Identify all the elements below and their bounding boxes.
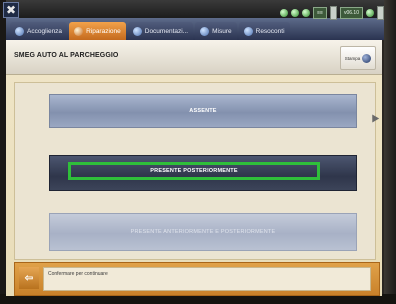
battery-status-chip: ≡≡ — [313, 7, 327, 19]
print-button-label: Stampa — [344, 55, 361, 61]
message-box: Confermare per continuare — [43, 267, 371, 291]
network-status-icon — [302, 9, 311, 17]
connection-status-icon — [280, 9, 289, 17]
print-button[interactable]: Stampa — [340, 46, 376, 70]
window-title-bar: SMEG AUTO AL PARCHEGGIO Stampa — [6, 40, 382, 75]
top-navigation-bar: Accoglienza Riparazione Documentazi... M… — [6, 18, 384, 40]
online-status-icon — [366, 9, 374, 17]
option-rear-present-label: PRESENTE POSTERIORMENTE — [150, 168, 238, 174]
back-arrow-icon: ⇦ — [24, 272, 34, 284]
status-indicator-bar — [329, 6, 337, 20]
version-badge: v06.10 — [339, 7, 363, 19]
option-front-rear-present-label: PRESENTE ANTERIORMENTE E POSTERIORMENTE — [130, 229, 276, 235]
tab-misure-label: Misure — [212, 27, 232, 35]
tab-accoglienza-label: Accoglienza — [27, 27, 63, 35]
tab-riparazione-label: Riparazione — [86, 27, 121, 35]
status-message: Confermare per continuare — [48, 271, 108, 277]
option-rear-present-button[interactable]: PRESENTE POSTERIORMENTE — [49, 155, 357, 191]
tab-misure-icon — [200, 26, 210, 36]
option-front-rear-present-button[interactable]: PRESENTE ANTERIORMENTE E POSTERIORMENTE — [49, 213, 357, 251]
tab-accoglienza[interactable]: Accoglienza — [10, 22, 68, 40]
tab-accoglienza-icon — [15, 26, 24, 36]
main-window: SMEG AUTO AL PARCHEGGIO Stampa ASSENTE P… — [6, 40, 382, 296]
status-indicator-bar-2 — [377, 6, 384, 20]
options-panel: ASSENTE PRESENTE POSTERIORMENTE PRESENTE… — [14, 82, 376, 260]
printer-icon — [362, 53, 372, 63]
option-absent-label: ASSENTE — [189, 108, 217, 114]
tab-documentazione-label: Documentazi... — [144, 27, 189, 35]
monitor-bezel-right — [384, 0, 396, 304]
tab-misure[interactable]: Misure — [195, 22, 237, 40]
vci-status-icon — [291, 9, 300, 17]
tab-resoconti[interactable]: Resoconti — [238, 22, 290, 40]
tab-resoconti-label: Resoconti — [255, 27, 285, 35]
tab-riparazione[interactable]: Riparazione — [69, 22, 126, 40]
footer-message-bar: ⇦ Confermare per continuare — [14, 262, 380, 296]
option-absent-button[interactable]: ASSENTE — [49, 94, 357, 128]
selection-highlight-frame: PRESENTE POSTERIORMENTE — [68, 162, 320, 180]
tab-riparazione-icon — [74, 26, 84, 36]
back-button[interactable]: ⇦ — [19, 267, 39, 289]
tab-documentazione-icon — [132, 26, 142, 36]
pliers-icon[interactable]: ✖ — [3, 2, 19, 18]
status-area: ≡≡ v06.10 — [280, 5, 384, 21]
tab-resoconti-icon — [243, 26, 253, 36]
tab-documentazione[interactable]: Documentazi... — [127, 22, 194, 40]
page-title: SMEG AUTO AL PARCHEGGIO — [14, 52, 119, 59]
